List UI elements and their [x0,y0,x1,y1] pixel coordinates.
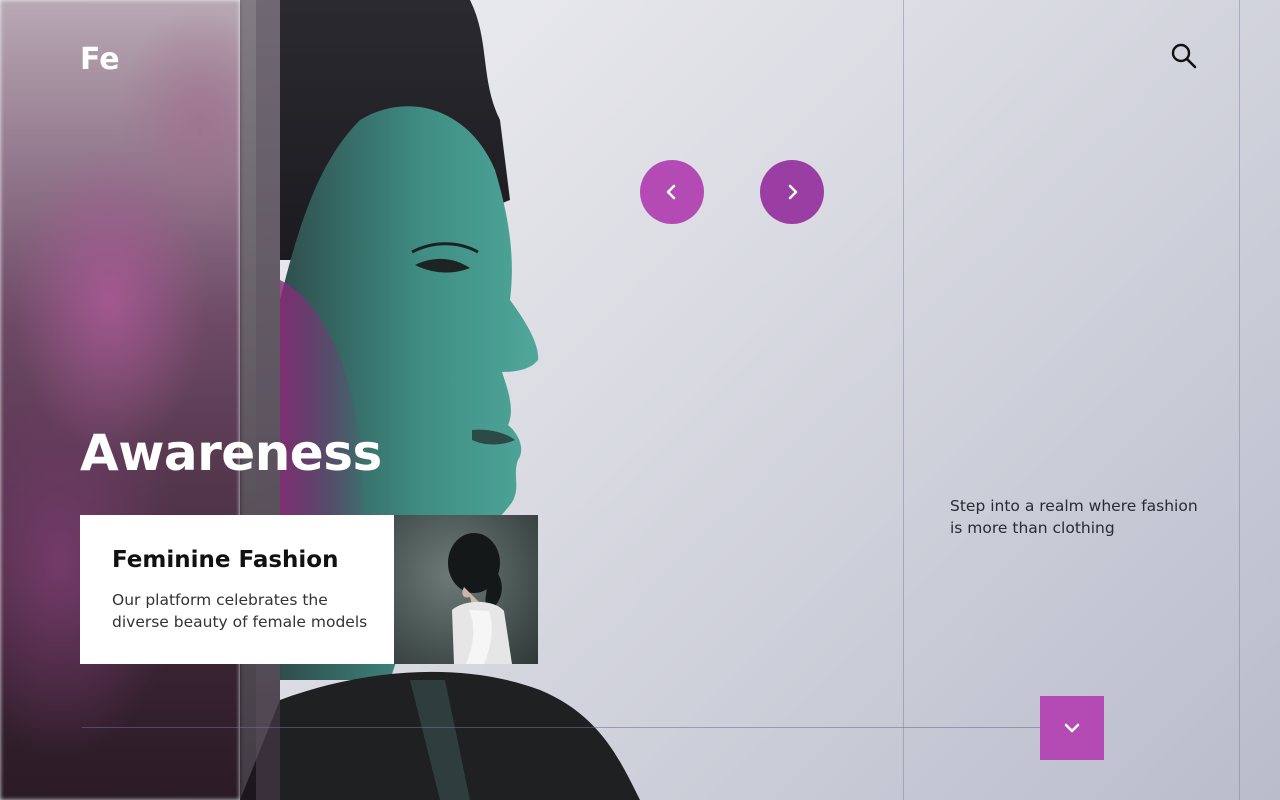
slide-headline: Awareness [80,424,382,482]
divider-vertical [903,0,904,800]
hero-section: Fe Awareness Feminine Fashion Our platfo… [0,0,1280,800]
search-icon[interactable] [1168,40,1200,72]
chevron-left-icon [666,184,676,200]
tagline-text: Step into a realm where fashion is more … [950,497,1198,537]
feature-card[interactable]: Feminine Fashion Our platform celebrates… [80,515,394,664]
card-title: Feminine Fashion [112,547,339,573]
previous-slide-button[interactable] [640,160,704,224]
decorative-strip-inner [256,0,280,800]
card-description: Our platform celebrates the diverse beau… [112,591,368,631]
divider-horizontal [82,727,1040,728]
chevron-down-icon [1064,723,1080,733]
card-image[interactable] [394,515,538,664]
scroll-down-button[interactable] [1040,696,1104,760]
next-slide-button[interactable] [760,160,824,224]
blurred-background-image [0,0,240,800]
divider-vertical-right [1239,0,1240,800]
hero-portrait-image [240,0,640,800]
brand-logo[interactable]: Fe [80,42,120,77]
chevron-right-icon [788,184,798,200]
